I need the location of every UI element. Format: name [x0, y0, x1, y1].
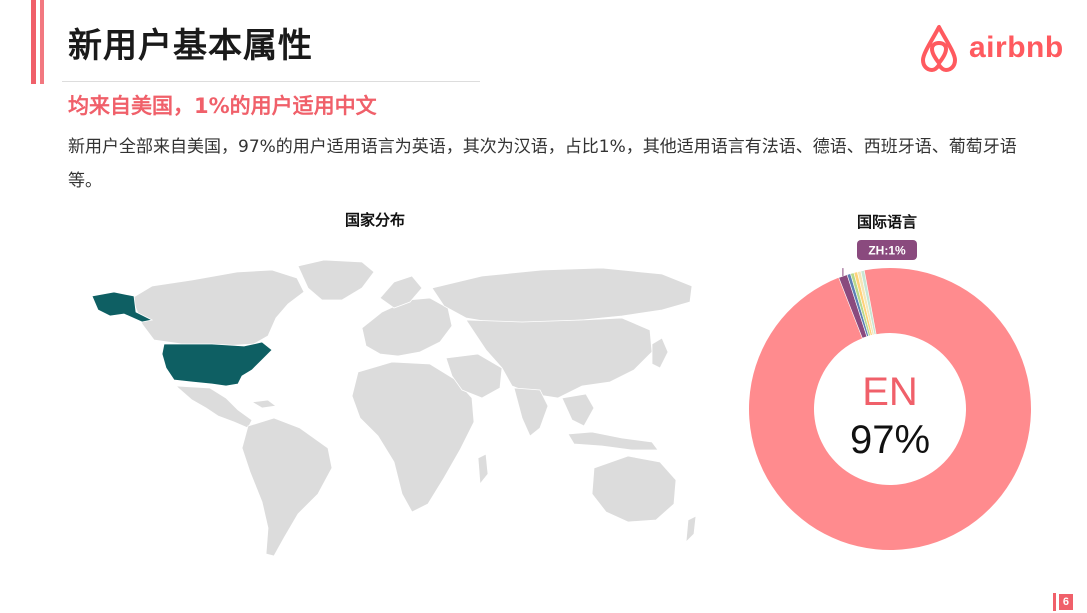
page-number-bar — [1052, 593, 1056, 611]
slide-body-text: 新用户全部来自美国，97%的用户适用语言为英语，其次为汉语，占比1%，其他适用语… — [68, 137, 1017, 191]
logo-wordmark: airbnb — [969, 31, 1064, 64]
page-number: 6 — [1058, 594, 1073, 610]
donut-center-label: EN — [862, 370, 918, 414]
map-mexico-central-america — [174, 385, 253, 429]
map-south-america — [241, 417, 333, 557]
map-caribbean — [250, 399, 278, 409]
map-indonesia — [567, 431, 659, 451]
map-india — [513, 387, 549, 437]
map-europe — [361, 297, 453, 357]
map-usa-mainland — [161, 341, 273, 387]
slide-title: 新用户基本属性 — [68, 26, 313, 66]
slide-subtitle: 均来自美国，1%的用户适用中文 — [68, 94, 377, 118]
chart-title: 国际语言 — [856, 213, 917, 231]
map-canada — [131, 269, 305, 347]
airbnb-belo-icon — [921, 25, 957, 72]
map-africa — [351, 361, 475, 513]
map-japan — [651, 337, 669, 369]
title-divider — [62, 81, 480, 82]
accent-bar-secondary — [40, 0, 44, 84]
map-madagascar — [477, 453, 489, 486]
map-russia — [431, 267, 693, 325]
accent-bar — [31, 0, 36, 84]
donut-center-value: 97% — [850, 418, 930, 462]
map-greenland — [297, 259, 375, 301]
page-number-badge: 6 — [1052, 593, 1073, 611]
airbnb-logo: airbnb — [917, 22, 1064, 74]
world-map — [91, 259, 697, 557]
map-southeast-asia — [561, 393, 595, 427]
callout-label: ZH:1% — [868, 244, 906, 258]
map-australia — [591, 455, 677, 523]
map-new-zealand — [685, 515, 697, 544]
language-donut-chart: ZH:1% EN97% — [749, 240, 1031, 550]
map-title: 国家分布 — [344, 211, 405, 229]
